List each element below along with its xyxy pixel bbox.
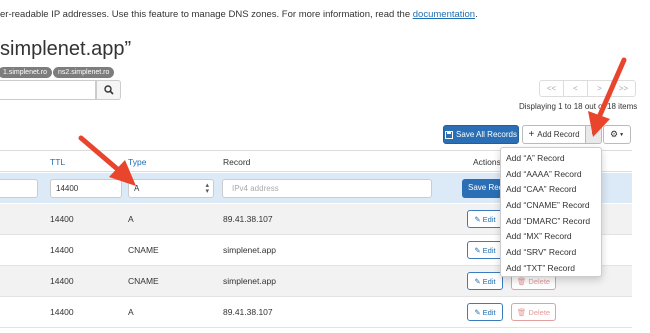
row-ttl: 14400 <box>50 307 74 317</box>
edit-label: Edit <box>482 307 496 317</box>
last-page-button[interactable]: >> <box>611 80 636 97</box>
row-type: A <box>128 307 134 317</box>
row-record: simplenet.app <box>223 245 276 255</box>
column-header-ttl[interactable]: TTL <box>50 157 65 167</box>
table-row: 14400 A 89.41.38.107 ✎Edit 🗑Delete <box>0 297 632 328</box>
row-ttl: 14400 <box>50 245 74 255</box>
save-record-button[interactable]: Save Record <box>462 179 502 198</box>
delete-label: Delete <box>528 276 551 286</box>
nameserver-badge-2: ns2.simplenet.ro <box>53 67 115 78</box>
menu-item-add-caa[interactable]: Add “CAA” Record <box>501 182 601 198</box>
edit-icon: ✎ <box>474 214 481 224</box>
menu-item-add-a[interactable]: Add “A” Record <box>501 151 601 167</box>
first-page-button[interactable]: << <box>539 80 564 97</box>
menu-item-add-srv[interactable]: Add “SRV” Record <box>501 245 601 261</box>
edit-icon: ✎ <box>474 307 481 317</box>
prev-page-button[interactable]: < <box>563 80 588 97</box>
name-input[interactable] <box>0 179 38 198</box>
save-all-records-button[interactable]: Save All Records <box>443 125 519 144</box>
row-record: 89.41.38.107 <box>223 307 273 317</box>
type-select[interactable]: A ▴ ▾ <box>128 179 214 198</box>
add-record-button[interactable]: + Add Record <box>522 125 586 144</box>
row-type: CNAME <box>128 276 159 286</box>
row-ttl: 14400 <box>50 276 74 286</box>
add-record-group: + Add Record ▼ <box>522 125 602 144</box>
menu-item-add-dmarc[interactable]: Add “DMARC” Record <box>501 214 601 230</box>
save-all-label: Save All Records <box>456 130 517 139</box>
settings-button[interactable]: ⚙ ▼ <box>603 125 631 144</box>
caret-down-icon: ▼ <box>619 131 625 138</box>
edit-icon: ✎ <box>474 276 481 286</box>
edit-label: Edit <box>482 276 496 286</box>
edit-label: Edit <box>482 214 496 224</box>
menu-item-add-mx[interactable]: Add “MX” Record <box>501 229 601 245</box>
edit-button[interactable]: ✎ Edit <box>467 241 503 259</box>
edit-button[interactable]: ✎ Edit <box>467 303 503 321</box>
add-record-menu: Add “A” Record Add “AAAA” Record Add “CA… <box>500 147 602 277</box>
ttl-input[interactable]: 14400 <box>50 179 122 198</box>
gear-icon: ⚙ <box>609 129 619 139</box>
add-record-label: Add Record <box>537 130 580 139</box>
caret-down-icon: ▼ <box>590 131 597 138</box>
select-arrows-icon: ▴ ▾ <box>205 182 209 195</box>
menu-item-add-cname[interactable]: Add “CNAME” Record <box>501 198 601 214</box>
row-record: 89.41.38.107 <box>223 214 273 224</box>
menu-item-add-txt[interactable]: Add “TXT” Record <box>501 261 601 277</box>
search-input[interactable] <box>0 80 96 100</box>
plus-icon: + <box>528 128 535 140</box>
next-page-button[interactable]: > <box>587 80 612 97</box>
row-type: A <box>128 214 134 224</box>
add-record-dropdown-toggle[interactable]: ▼ <box>586 125 602 144</box>
column-header-record: Record <box>223 157 251 167</box>
column-header-type[interactable]: Type <box>128 157 146 167</box>
intro-suffix: . <box>475 9 478 20</box>
nameserver-badge-1: 1.simplenet.ro <box>0 67 52 78</box>
row-ttl: 14400 <box>50 214 74 224</box>
edit-button[interactable]: ✎ Edit <box>467 272 503 290</box>
search-button[interactable] <box>96 80 121 100</box>
trash-icon: 🗑 <box>516 276 527 286</box>
edit-icon: ✎ <box>474 245 481 255</box>
delete-button[interactable]: 🗑Delete <box>511 303 556 321</box>
trash-icon: 🗑 <box>516 307 527 317</box>
record-input[interactable]: IPv4 address <box>222 179 432 198</box>
edit-label: Edit <box>482 245 496 255</box>
edit-button[interactable]: ✎ Edit <box>467 210 503 228</box>
documentation-link[interactable]: documentation <box>413 9 475 20</box>
display-count-text: Displaying 1 to 18 out of 18 items <box>519 102 638 111</box>
intro-body: er-readable IP addresses. Use this featu… <box>0 9 413 20</box>
row-type: CNAME <box>128 245 159 255</box>
row-record: simplenet.app <box>223 276 276 286</box>
pagination: << < > >> <box>539 80 636 97</box>
search-icon <box>103 85 114 95</box>
menu-item-add-aaaa[interactable]: Add “AAAA” Record <box>501 167 601 183</box>
column-header-actions: Actions <box>473 157 501 167</box>
type-select-value: A <box>134 184 140 193</box>
delete-label: Delete <box>528 307 551 317</box>
save-icon <box>445 130 454 139</box>
page-title: simplenet.app” <box>0 38 132 60</box>
intro-text: er-readable IP addresses. Use this featu… <box>0 9 478 20</box>
